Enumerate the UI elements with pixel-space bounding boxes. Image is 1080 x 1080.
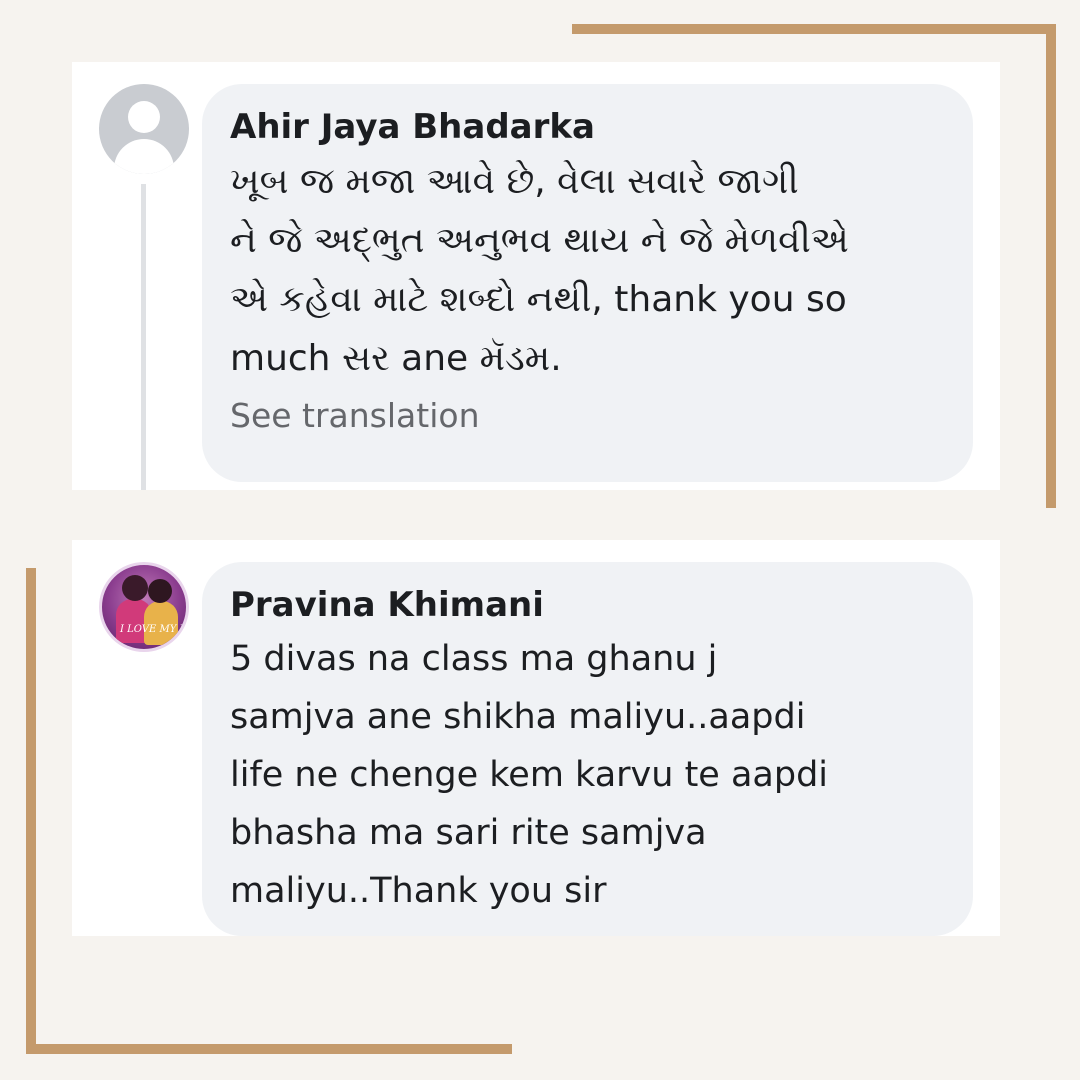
profile-photo-avatar[interactable]: I LOVE MY Mom — [99, 562, 189, 652]
avatar-head-shape — [128, 101, 160, 133]
avatar-photo-figure — [122, 575, 148, 601]
comment-author[interactable]: Pravina Khimani — [230, 580, 945, 630]
avatar-badge-text: I LOVE MY Mom — [120, 624, 189, 635]
avatar-photo-figure — [144, 601, 178, 645]
comment-text: 5 divas na class ma ghanu j samjva ane s… — [230, 639, 829, 911]
comment-card: Ahir Jaya Bhadarka ખૂબ જ મજા આવે છે, વેલ… — [72, 62, 1000, 490]
see-translation-link[interactable]: See translation — [230, 390, 945, 442]
comment-card: I LOVE MY Mom Pravina Khimani 5 divas na… — [72, 540, 1000, 936]
reply-thread-line — [141, 184, 146, 490]
comment-text: ખૂબ જ મજા આવે છે, વેલા સવારે જાગી ને જે … — [230, 161, 849, 379]
comment-author[interactable]: Ahir Jaya Bhadarka — [230, 102, 945, 152]
avatar-shoulders-shape — [114, 139, 174, 174]
comment-bubble: Pravina Khimani 5 divas na class ma ghan… — [202, 562, 973, 936]
avatar-photo-figure — [148, 579, 172, 603]
default-avatar-icon[interactable] — [99, 84, 189, 174]
comment-bubble: Ahir Jaya Bhadarka ખૂબ જ મજા આવે છે, વેલ… — [202, 84, 973, 482]
